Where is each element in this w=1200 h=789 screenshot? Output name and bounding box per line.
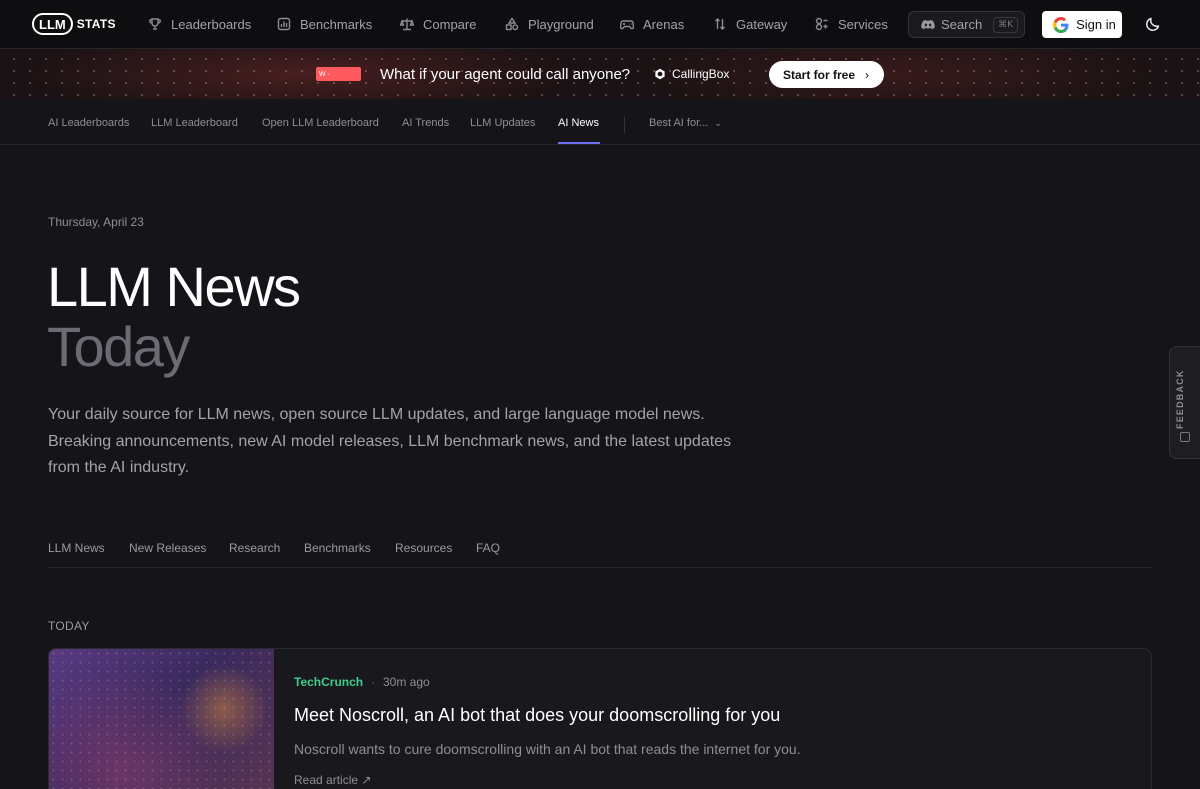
nav-compare[interactable]: Compare [400,15,476,33]
nav-benchmarks-label: Benchmarks [300,16,373,32]
tab-benchmarks[interactable]: Benchmarks [304,541,371,555]
subnav-llm-updates[interactable]: LLM Updates [470,117,535,129]
feedback-tab[interactable]: FEEDBACK [1169,346,1200,459]
start-for-free-button[interactable]: Start for free › [769,61,884,88]
feedback-icon [1180,432,1190,442]
subnav-ai-news[interactable]: AI News [558,117,599,129]
top-navigation: LLM STATS Leaderboards Benchmarks Compar… [0,0,1200,49]
bar-chart-icon [277,17,291,31]
feedback-label: FEEDBACK [1175,369,1185,429]
callingbox-logo-icon [655,68,665,80]
chevron-down-icon: ⌄ [714,118,722,128]
services-icon [815,17,828,31]
chevron-right-icon: › [865,67,870,82]
search-label: Search [941,17,983,32]
subnav-llm-leaderboard[interactable]: LLM Leaderboard [151,117,238,129]
article-description: Noscroll wants to cure doomscrolling wit… [294,741,801,757]
moon-icon[interactable] [1145,16,1161,32]
logo[interactable]: LLM STATS [32,13,116,35]
cta-label: Start for free [783,67,856,82]
banner-brand[interactable]: CallingBox [654,67,729,81]
discord-icon [921,19,935,29]
tab-llm-news[interactable]: LLM News [48,541,105,555]
shapes-icon [505,17,519,31]
active-tab-indicator [558,142,600,144]
logo-stats: STATS [76,17,116,31]
tab-new-releases[interactable]: New Releases [129,541,206,555]
nav-services[interactable]: Services [815,15,888,33]
nav-arenas-label: Arenas [643,16,685,32]
tab-research[interactable]: Research [229,541,280,555]
section-label-today: TODAY [48,619,90,633]
article-source[interactable]: TechCrunch [294,675,363,689]
nav-services-label: Services [838,16,888,32]
google-icon [1053,16,1069,33]
best-ai-for-label: Best AI for... [649,117,709,129]
article-thumbnail[interactable] [49,649,274,789]
sign-in-label: Sign in [1076,16,1116,32]
banner-brand-label: CallingBox [672,67,730,81]
nav-gateway[interactable]: Gateway [713,15,787,33]
nav-gateway-label: Gateway [736,16,788,32]
read-article-link[interactable]: Read article ↗ [294,773,371,787]
promo-banner: W · What if your agent could call anyone… [0,49,1200,99]
banner-headline: What if your agent could call anyone? [380,66,631,83]
nav-benchmarks[interactable]: Benchmarks [277,15,372,33]
sign-in-button[interactable]: Sign in [1042,11,1122,38]
search-shortcut: ⌘K [993,16,1018,33]
banner-badge: W · [316,67,361,81]
meta-separator: · [371,675,375,689]
nav-leaderboards-label: Leaderboards [171,16,252,32]
subnav-ai-trends[interactable]: AI Trends [402,117,449,129]
nav-playground[interactable]: Playground [505,15,594,33]
tab-resources[interactable]: Resources [395,541,452,555]
best-ai-for-dropdown[interactable]: Best AI for... ⌄ [649,117,722,129]
arrows-icon [715,18,725,30]
thumbnail-dot-pattern [49,649,274,789]
nav-playground-label: Playground [528,16,594,32]
nav-leaderboards[interactable]: Leaderboards [148,15,251,33]
tab-faq[interactable]: FAQ [476,541,500,555]
article-time: 30m ago [383,675,430,689]
current-date: Thursday, April 23 [48,215,144,229]
news-article-card[interactable]: TechCrunch · 30m ago Meet Noscroll, an A… [48,648,1152,789]
nav-arenas[interactable]: Arenas [620,15,684,33]
subnav-ai-leaderboards[interactable]: AI Leaderboards [48,117,129,129]
trophy-icon [149,18,161,30]
page-title: LLM News [47,255,301,318]
scale-icon [400,18,414,31]
subnav-divider [624,117,625,133]
article-title[interactable]: Meet Noscroll, an AI bot that does your … [294,705,780,726]
nav-compare-label: Compare [423,16,477,32]
gamepad-icon [620,20,634,30]
intro-paragraph: Your daily source for LLM news, open sou… [48,406,732,476]
subnav-open-llm-leaderboard[interactable]: Open LLM Leaderboard [262,117,379,129]
page-title-subtitle: Today [47,315,190,378]
section-tabs: LLM News New Releases Research Benchmark… [48,540,1152,568]
logo-llm: LLM [32,13,73,35]
sub-navigation: AI Leaderboards LLM Leaderboard Open LLM… [0,99,1200,145]
search-button[interactable]: Search ⌘K [908,11,1025,38]
